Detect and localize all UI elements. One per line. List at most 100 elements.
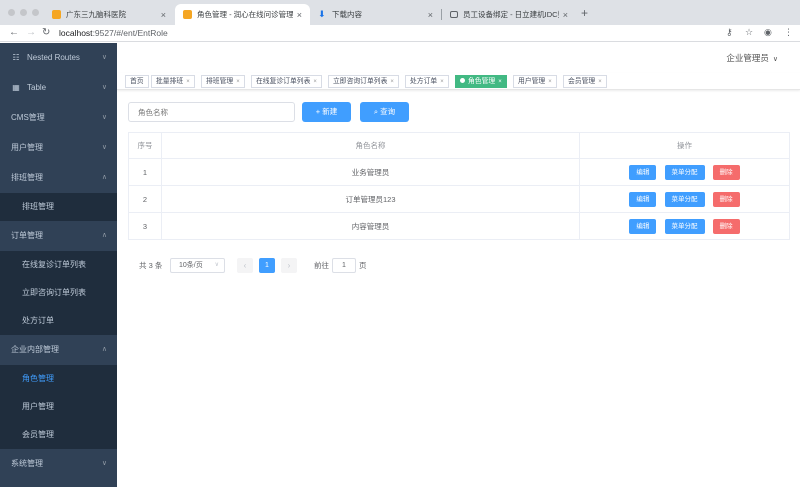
user-name: 企业管理员 [726,53,769,63]
role-name-input[interactable] [128,102,295,122]
goto-page-input[interactable]: 1 [332,258,356,273]
sidebar-item-orders[interactable]: 订单管理 ∧ [0,221,117,251]
tag-label: 排班管理 [206,78,234,85]
tag-batch-scheduling[interactable]: 批量排班 × [151,75,195,88]
url-field[interactable]: localhost:9527/#/ent/EntRole [59,28,168,38]
page-size-select[interactable]: 10条/页 ∨ [170,258,225,273]
sidebar-item-label: Nested Routes [27,53,80,62]
close-icon[interactable]: × [440,79,444,85]
back-arrow-icon[interactable]: ← [9,27,19,38]
sidebar-item-label: 用户管理 [22,402,54,411]
close-icon[interactable]: × [236,79,240,85]
delete-button[interactable]: 删除 [712,218,740,234]
close-tab-icon[interactable]: × [161,10,166,20]
tag-label: 会员管理 [568,78,596,85]
sidebar-item-online-revisit-orders[interactable]: 在线复诊订单列表 [0,251,117,279]
close-icon[interactable]: × [390,79,394,85]
table-row: 1 业务管理员 编辑 菜单分配 删除 [128,158,790,186]
tag-instant-consult-orders[interactable]: 立即咨询订单列表 × [328,75,399,88]
close-tab-icon[interactable]: × [563,10,568,20]
assign-menu-button[interactable]: 菜单分配 [664,218,705,234]
tag-scheduling[interactable]: 排班管理 × [201,75,245,88]
url-path: :9527/#/ent/EntRole [92,28,168,38]
profile-avatar-icon[interactable]: ◉ [764,27,772,38]
close-tab-icon[interactable]: × [428,10,433,20]
assign-menu-button[interactable]: 菜单分配 [664,191,705,207]
tag-home[interactable]: 首页 [125,75,149,88]
sidebar-item-label: 用户管理 [11,143,43,152]
chevron-right-icon: › [287,261,291,270]
tag-label: 用户管理 [518,78,546,85]
sidebar-item-users[interactable]: 用户管理 ∨ [0,133,117,163]
sidebar-item-enterprise[interactable]: 企业内部管理 ∧ [0,335,117,365]
key-icon[interactable]: ⚷ [726,27,733,38]
next-page-button[interactable]: › [281,258,297,273]
browser-tab[interactable]: 员工设备绑定 - 日立建机IDC数据... × [442,4,576,25]
user-dropdown[interactable]: 企业管理员 ∨ [726,52,778,64]
sidebar-item-prescription-orders[interactable]: 处方订单 [0,307,117,335]
sidebar-item-roles[interactable]: 角色管理 [0,365,117,393]
page-size-value: 10条/页 [179,262,203,269]
pagination-total: 共 3 条 [139,261,163,270]
sidebar-item-label: 订单管理 [11,231,43,240]
close-icon[interactable]: × [498,79,502,85]
sidebar-item-scheduling[interactable]: 排班管理 ∧ [0,163,117,193]
close-icon[interactable]: × [548,79,552,85]
close-window-icon[interactable] [8,9,15,16]
reload-icon[interactable]: ↻ [42,27,50,38]
assign-menu-button[interactable]: 菜单分配 [664,164,705,180]
browser-tab-active[interactable]: 角色管理 - 润心在线问诊管理端 × [175,4,310,25]
browser-tab[interactable]: 广东三九脑科医院 × [44,4,174,25]
more-menu-icon[interactable]: ⋮ [784,27,793,38]
sidebar-item-nested-routes[interactable]: ☷ Nested Routes ∨ [0,43,117,73]
sidebar-item-instant-consult-orders[interactable]: 立即咨询订单列表 [0,279,117,307]
tag-members[interactable]: 会员管理 × [563,75,607,88]
chevron-down-icon: ∨ [101,54,107,61]
sidebar-item-members[interactable]: 会员管理 [0,421,117,449]
tag-label: 批量排班 [156,78,184,85]
bookmark-star-icon[interactable]: ☆ [745,27,753,38]
chevron-up-icon: ∧ [101,174,107,181]
delete-button[interactable]: 删除 [712,164,740,180]
new-tab-icon[interactable]: + [581,6,588,20]
page-number-current[interactable]: 1 [259,258,275,273]
create-button[interactable]: + 新建 [302,102,351,122]
close-icon[interactable]: × [186,79,190,85]
sidebar-item-label: 在线复诊订单列表 [22,260,86,269]
edit-button[interactable]: 编辑 [629,164,657,180]
browser-tab-title: 员工设备绑定 - 日立建机IDC数据... [463,10,559,19]
nested-icon: ☷ [12,53,20,62]
tag-users[interactable]: 用户管理 × [513,75,557,88]
browser-tab[interactable]: ⬇ 下载内容 × [310,4,441,25]
hospital-favicon-icon [52,10,61,19]
sidebar-item-label: 排班管理 [11,173,43,182]
chevron-down-icon: ∨ [101,84,107,91]
column-header-index: 序号 [128,132,162,159]
close-icon[interactable]: × [598,79,602,85]
sidebar-item-scheduling-manage[interactable]: 排班管理 [0,193,117,221]
edit-button[interactable]: 编辑 [629,191,657,207]
chevron-down-icon: ∨ [772,56,778,63]
forward-arrow-icon[interactable]: → [26,27,36,38]
prev-page-button[interactable]: ‹ [237,258,253,273]
minimize-window-icon[interactable] [20,9,27,16]
sidebar-item-system[interactable]: 系统管理 ∨ [0,449,117,479]
sidebar-submenu-orders: 在线复诊订单列表 立即咨询订单列表 处方订单 [0,251,117,335]
sidebar-item-enterprise-users[interactable]: 用户管理 [0,393,117,421]
sidebar-item-cms[interactable]: CMS管理 ∨ [0,103,117,133]
edit-button[interactable]: 编辑 [629,218,657,234]
tag-prescription-orders[interactable]: 处方订单 × [405,75,449,88]
maximize-window-icon[interactable] [32,9,39,16]
tag-roles[interactable]: 角色管理 × [455,75,507,88]
row-index: 1 [128,158,162,186]
row-index: 3 [128,212,162,240]
row-role-name: 订单管理员123 [161,185,580,213]
search-button[interactable]: ⌕ 查询 [360,102,409,122]
app-favicon-icon [183,10,192,19]
close-tab-icon[interactable]: × [297,10,302,20]
tag-online-revisit-orders[interactable]: 在线复诊订单列表 × [251,75,322,88]
close-icon[interactable]: × [313,79,317,85]
delete-button[interactable]: 删除 [712,191,740,207]
sidebar-item-table[interactable]: ▦ Table ∨ [0,73,117,103]
sidebar-submenu-enterprise: 角色管理 用户管理 会员管理 [0,365,117,449]
